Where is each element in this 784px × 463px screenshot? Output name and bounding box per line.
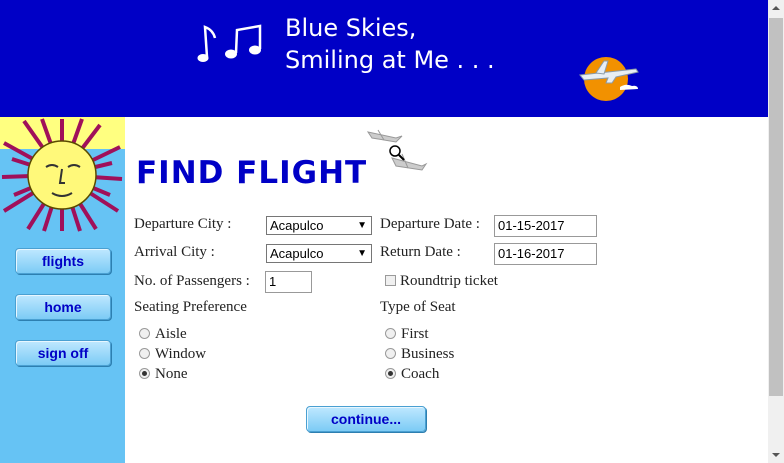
seat-type-label: Type of Seat [380,299,456,315]
home-button[interactable]: home [15,294,111,320]
departure-city-label: Departure City : [134,216,232,232]
class-business-radio[interactable] [385,348,396,359]
passengers-label: No. of Passengers : [134,273,250,289]
chevron-down-icon: ▼ [357,248,367,259]
class-first-label: First [401,326,429,342]
chevron-down-icon: ▼ [357,220,367,231]
music-notes-icon [197,24,262,62]
seat-window-label: Window [155,346,207,362]
sign-off-button[interactable]: sign off [15,340,111,366]
passengers-field[interactable]: 1 [265,271,312,293]
roundtrip-checkbox[interactable] [385,275,396,286]
roundtrip-label: Roundtrip ticket [400,273,498,289]
scroll-down-arrow-icon[interactable] [768,447,784,463]
flying-planes-graphic [366,129,428,171]
arrival-city-select[interactable]: Acapulco ▼ [266,244,372,263]
seat-window-radio[interactable] [139,348,150,359]
sun-face-logo [0,117,125,232]
departure-city-select[interactable]: Acapulco ▼ [266,216,372,235]
continue-button[interactable]: continue... [306,406,426,432]
scroll-up-arrow-icon[interactable] [768,0,784,16]
departure-date-label: Departure Date : [380,216,480,232]
header-banner: Blue Skies, Smiling at Me . . . [0,0,768,117]
departure-date-field[interactable]: 01-15-2017 [494,215,597,237]
page-title: FIND FLIGHT [136,155,368,191]
vertical-scrollbar[interactable] [768,0,784,463]
scrollbar-thumb[interactable] [769,18,783,396]
arrival-city-label: Arrival City : [134,244,215,260]
arrival-city-value: Acapulco [270,246,324,261]
class-coach-label: Coach [401,366,440,382]
seat-aisle-radio[interactable] [139,328,150,339]
departure-city-value: Acapulco [270,218,324,233]
class-first-radio[interactable] [385,328,396,339]
return-date-field[interactable]: 01-16-2017 [494,243,597,265]
class-business-label: Business [401,346,455,362]
flights-button[interactable]: flights [15,248,111,274]
seat-none-radio[interactable] [139,368,150,379]
sun-airplane-logo [579,57,639,101]
seating-preference-label: Seating Preference [134,299,247,315]
site-title: Blue Skies, Smiling at Me . . . [285,14,495,74]
class-coach-radio[interactable] [385,368,396,379]
return-date-label: Return Date : [380,244,461,260]
seat-aisle-label: Aisle [155,326,187,342]
seat-none-label: None [155,366,188,382]
